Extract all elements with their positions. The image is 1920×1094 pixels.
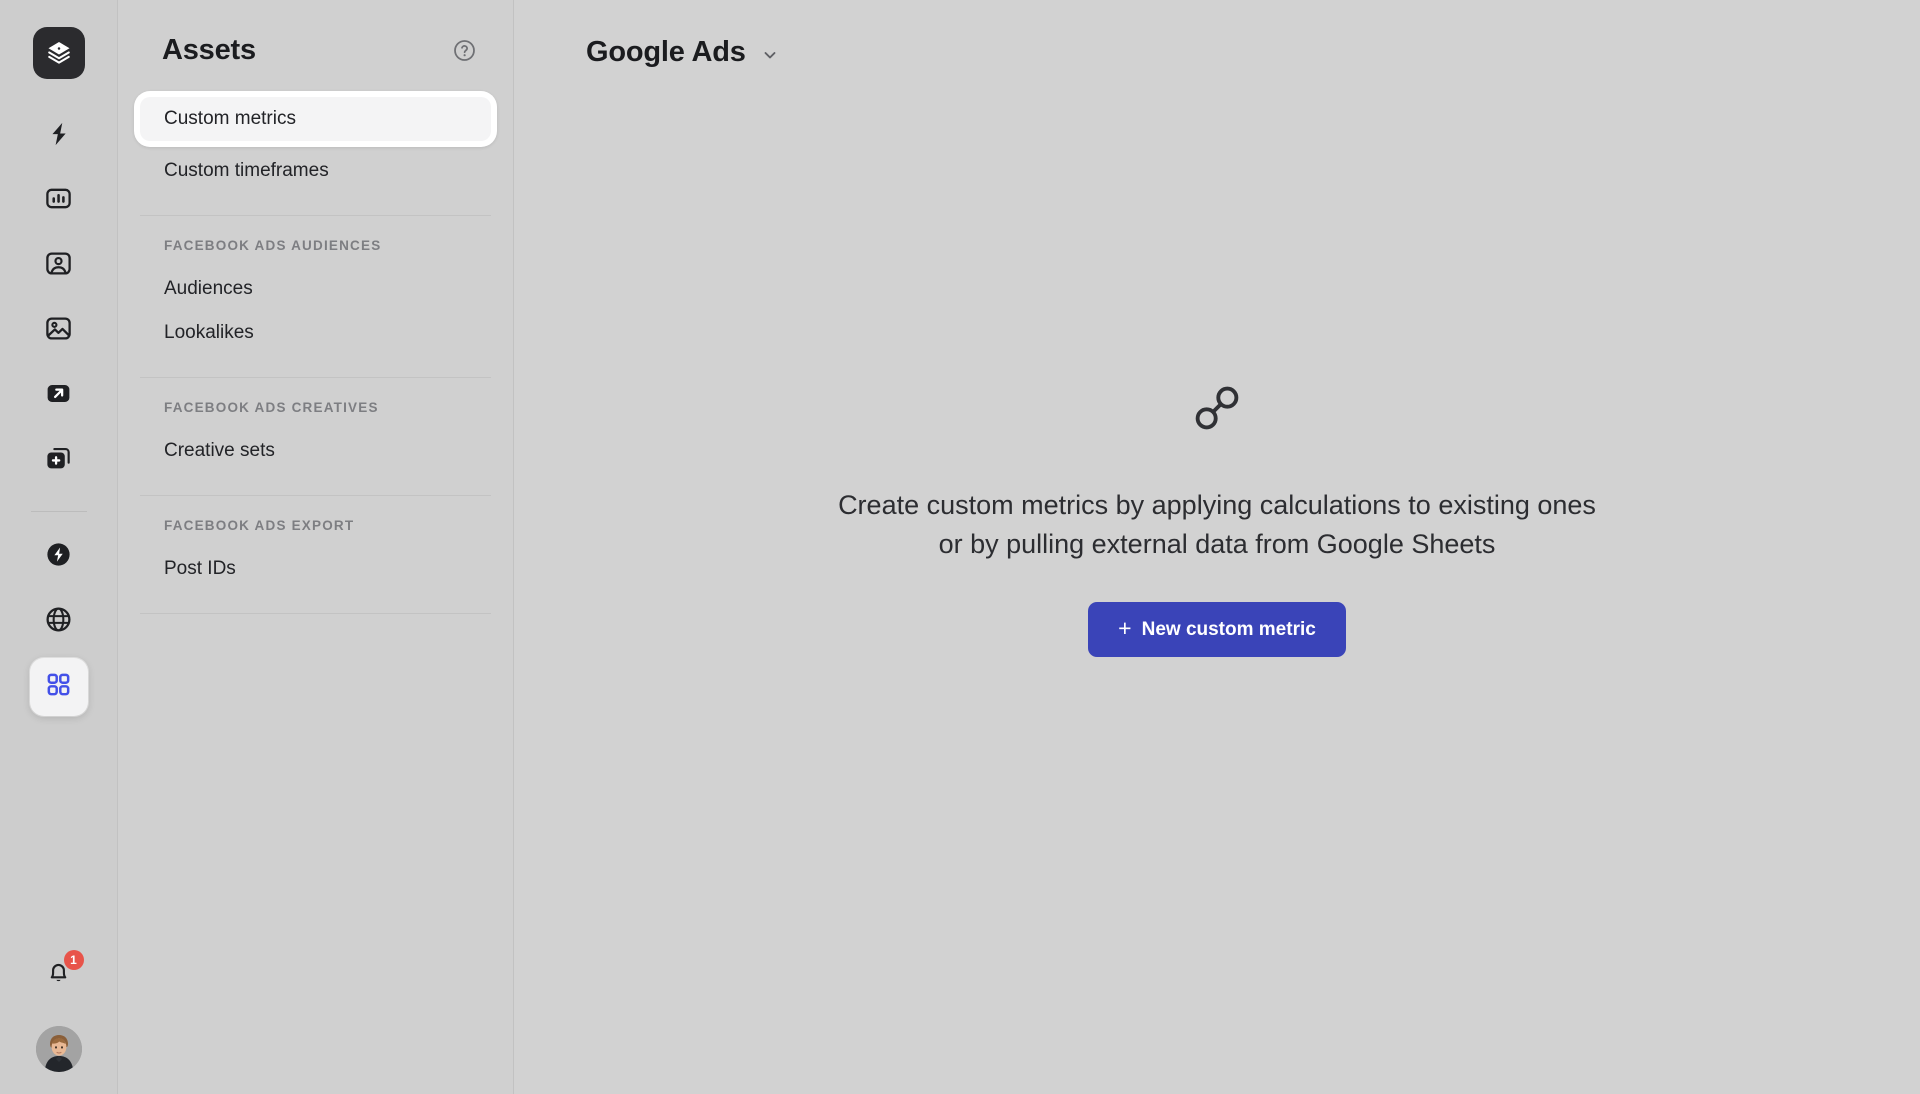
sidebar-item-custom-metrics[interactable]: Custom metrics [140, 97, 491, 141]
new-custom-metric-button[interactable]: + New custom metric [1088, 602, 1346, 657]
nav-group-3: FACEBOOK ADS EXPORT Post IDs [118, 518, 513, 591]
add-layers-icon [44, 444, 73, 478]
page-title: Assets [162, 34, 256, 67]
sidebar-item-custom-metrics-focus[interactable]: Custom metrics [134, 91, 497, 147]
sidebar-item-lookalikes[interactable]: Lookalikes [140, 311, 491, 355]
nav-creatives[interactable] [30, 302, 88, 360]
nav-power[interactable] [30, 528, 88, 586]
main-content: Google Ads Create custom metrics by appl… [514, 0, 1920, 1094]
nav-group-1: FACEBOOK ADS AUDIENCES Audiences Lookali… [118, 238, 513, 355]
empty-state-line-2: or by pulling external data from Google … [939, 525, 1496, 564]
assets-panel-header: Assets [118, 34, 513, 67]
notification-badge: 1 [64, 950, 84, 970]
arrow-up-right-box-icon [44, 379, 73, 413]
assets-panel: Assets Custom metrics Custom timeframes … [118, 0, 514, 1094]
sidebar-item-custom-timeframes[interactable]: Custom timeframes [140, 149, 491, 193]
plus-icon: + [1118, 617, 1131, 640]
nav-divider-2 [140, 377, 491, 378]
image-icon [44, 314, 73, 348]
empty-state: Create custom metrics by applying calcul… [514, 0, 1920, 1094]
linked-nodes-icon [1186, 377, 1248, 444]
sidebar-item-post-ids[interactable]: Post IDs [140, 547, 491, 591]
lightning-bolt-icon [45, 120, 73, 153]
nav-export[interactable] [30, 367, 88, 425]
bar-chart-icon [44, 184, 73, 218]
primary-nav-rail: 1 [0, 0, 118, 1094]
rail-bottom-section: 1 [0, 952, 117, 1072]
nav-group-label-facebook-ads-export: FACEBOOK ADS EXPORT [140, 518, 491, 533]
new-custom-metric-button-label: New custom metric [1142, 619, 1316, 641]
grid-squares-icon [45, 671, 72, 703]
bolt-circle-icon [44, 540, 73, 574]
user-avatar[interactable] [36, 1026, 82, 1072]
audience-portrait-icon [44, 249, 73, 283]
globe-icon [44, 605, 73, 639]
nav-divider-3 [140, 495, 491, 496]
nav-automations[interactable] [30, 107, 88, 165]
layers-logo[interactable] [33, 27, 85, 79]
sidebar-item-creative-sets[interactable]: Creative sets [140, 429, 491, 473]
rail-divider [31, 511, 87, 512]
nav-global[interactable] [30, 593, 88, 651]
nav-add-layer[interactable] [30, 432, 88, 490]
empty-state-line-1: Create custom metrics by applying calcul… [838, 486, 1596, 525]
nav-group-label-facebook-ads-audiences: FACEBOOK ADS AUDIENCES [140, 238, 491, 253]
notifications-button[interactable]: 1 [37, 952, 81, 996]
nav-assets[interactable] [30, 658, 88, 716]
question-circle-icon[interactable] [452, 38, 477, 63]
nav-reports[interactable] [30, 172, 88, 230]
nav-audiences[interactable] [30, 237, 88, 295]
nav-divider-4 [140, 613, 491, 614]
nav-group-2: FACEBOOK ADS CREATIVES Creative sets [118, 400, 513, 473]
nav-group-label-facebook-ads-creatives: FACEBOOK ADS CREATIVES [140, 400, 491, 415]
nav-group-0: Custom metrics Custom timeframes [118, 91, 513, 193]
app-root: 1 [0, 0, 1920, 1094]
sidebar-item-audiences[interactable]: Audiences [140, 267, 491, 311]
nav-divider-1 [140, 215, 491, 216]
